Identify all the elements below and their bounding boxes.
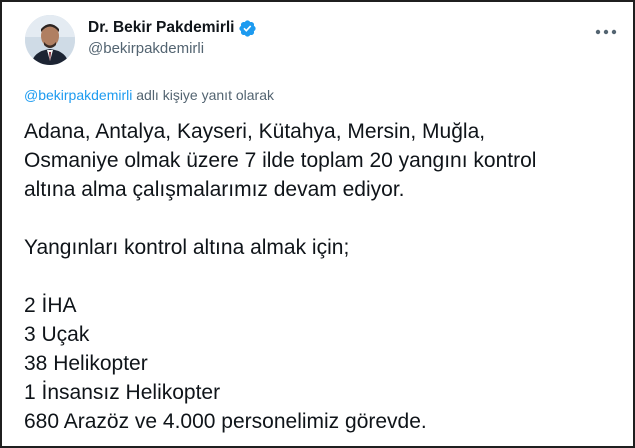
more-options-button[interactable]	[593, 22, 619, 42]
tweet-line: 38 Helikopter	[24, 352, 148, 375]
reply-context: @bekirpakdemirli adlı kişiye yanıt olara…	[24, 87, 274, 103]
tweet-line: 1 İnsansız Helikopter	[24, 381, 221, 404]
reply-context-text: adlı kişiye yanıt olarak	[132, 87, 274, 103]
tweet-line: Adana, Antalya, Kayseri, Kütahya, Mersin…	[24, 120, 486, 143]
more-options-icon	[595, 29, 617, 35]
tweet-line: Yangınları kontrol altına almak için;	[24, 236, 350, 259]
tweet-line: 680 Arazöz ve 4.000 personelimiz görevde…	[24, 410, 427, 433]
avatar[interactable]	[25, 15, 75, 65]
tweet-line-blank	[24, 204, 624, 233]
tweet-card: Dr. Bekir Pakdemirli @bekirpakdemirli @b…	[0, 0, 635, 448]
tweet-line: Osmaniye olmak üzere 7 ilde toplam 20 ya…	[24, 149, 537, 172]
author-display-name[interactable]: Dr. Bekir Pakdemirli	[88, 19, 234, 37]
profile-photo-icon	[25, 15, 75, 65]
tweet-text: Adana, Antalya, Kayseri, Kütahya, Mersin…	[24, 117, 624, 436]
verified-badge-icon	[238, 19, 257, 38]
reply-mention-link[interactable]: @bekirpakdemirli	[24, 87, 132, 103]
tweet-line-blank	[24, 262, 624, 291]
tweet-line: 2 İHA	[24, 294, 77, 317]
author-handle[interactable]: @bekirpakdemirli	[88, 40, 204, 57]
author-name-row: Dr. Bekir Pakdemirli	[88, 17, 257, 39]
tweet-line: altına alma çalışmalarımız devam ediyor.	[24, 178, 405, 201]
tweet-line: 3 Uçak	[24, 323, 90, 346]
